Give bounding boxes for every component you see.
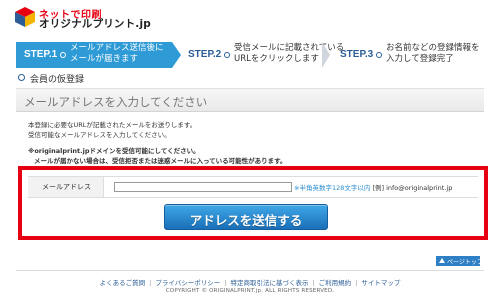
email-hint: ※半角英数字128文字以内 [例] info@originalprint.jp [294, 182, 452, 192]
logo-name: オリジナルプリント.jp [39, 18, 152, 30]
section-title: 会員の仮登録 [30, 75, 85, 85]
step-2: STEP.2 受信メールに記載されている URLをクリックします [180, 42, 344, 68]
step-number: STEP.2 [188, 49, 222, 60]
email-label: メールアドレス [42, 183, 91, 191]
step-label: メールアドレス送信後に メールが届きます [70, 43, 164, 64]
step-bullet-icon [224, 52, 230, 58]
step-label: 受信メールに記載されている URLをクリックします [234, 43, 345, 64]
step-number: STEP.1 [24, 49, 58, 60]
footer-link-faq[interactable]: よくあるご質問 [100, 279, 146, 287]
step-1: STEP.1 メールアドレス送信後に メールが届きます [16, 42, 181, 68]
footer-link-legal[interactable]: 特定商取引法に基づく表示 [230, 279, 308, 287]
email-label-cell: メールアドレス [28, 177, 104, 197]
email-requirement: ※半角英数字128文字以内 [294, 184, 371, 192]
instruction-line: 本登録に必要なURLが記載されたメールをお送りします。 [28, 121, 197, 129]
site-logo[interactable]: ネットで印刷 オリジナルプリント.jp [14, 5, 151, 31]
email-example: [例] info@originalprint.jp [372, 184, 453, 192]
highlight-frame: メールアドレス ※半角英数字128文字以内 [例] info@originalp… [18, 166, 488, 240]
step-label: お名前などの登録情報を 入力して登録完了 [386, 43, 480, 64]
footer-links: よくあるご質問 | プライバシーポリシー | 特定商取引法に基づく表示 | ご利用規約 | サイ… [99, 279, 401, 287]
form-title: メールアドレスを入力してください [24, 95, 208, 109]
page-top-button[interactable]: ページトップへ [436, 256, 489, 266]
step-3: STEP.3 お名前などの登録情報を 入力して登録完了 [332, 42, 484, 68]
footer-link-terms[interactable]: ご利用規約 [319, 279, 352, 287]
step-bullet-icon [376, 52, 382, 58]
arrow-up-icon [439, 258, 445, 263]
copyright: COPYRIGHT © ORIGINALPRINT.jp. ALL RIGHTS… [165, 288, 335, 294]
email-row: メールアドレス ※半角英数字128文字以内 [例] info@originalp… [28, 176, 478, 198]
footer-link-sitemap[interactable]: サイトマップ [361, 279, 400, 287]
logo-cube-icon [15, 7, 35, 27]
email-input[interactable] [114, 182, 292, 192]
section-heading: 会員の仮登録 [16, 72, 484, 85]
bullet-icon [18, 74, 25, 81]
page-top-label: ページトップへ [447, 259, 489, 266]
form-title-bar: メールアドレスを入力してください [16, 88, 484, 112]
send-address-button-label: アドレスを送信する [189, 213, 303, 228]
spam-notice: メールが届かない場合は、受信拒否または迷惑メールに入っている可能性があります。 [34, 157, 287, 165]
footer-divider [16, 270, 484, 271]
registration-steps: STEP.1 メールアドレス送信後に メールが届きます STEP.2 受信メールに… [16, 42, 484, 68]
domain-notice: ※originalprint.jpドメインを受信可能にしてください。 [28, 147, 200, 155]
instruction-line: 受信可能なメールアドレスを入力してください。 [28, 131, 171, 139]
instructions: 本登録に必要なURLが記載されたメールをお送りします。 受信可能なメールアドレス… [28, 120, 468, 166]
step-bullet-icon [60, 52, 66, 58]
step-number: STEP.3 [340, 49, 374, 60]
send-address-button[interactable]: アドレスを送信する [164, 204, 328, 230]
footer-link-privacy[interactable]: プライバシーポリシー [155, 279, 220, 287]
